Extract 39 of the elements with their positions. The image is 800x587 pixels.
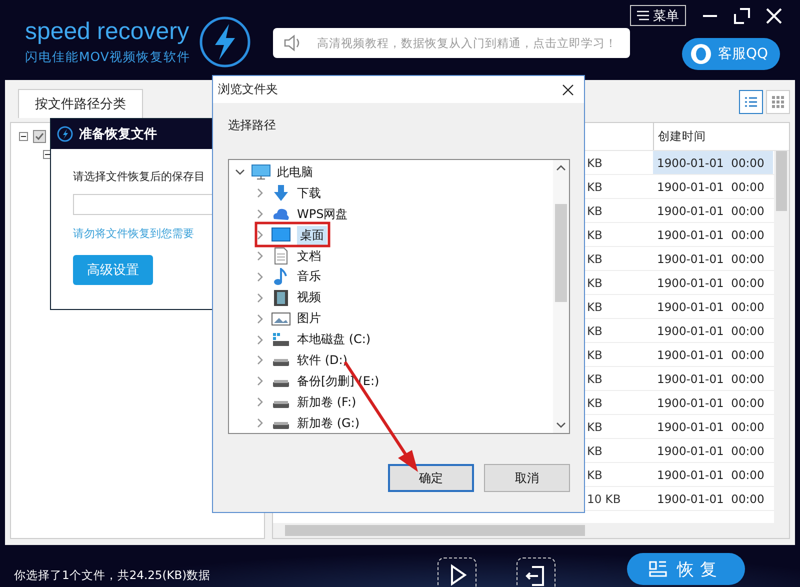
created-date: 1900-01-01 00:00 bbox=[657, 276, 764, 290]
file-size: KB bbox=[587, 300, 602, 314]
created-date: 1900-01-01 00:00 bbox=[657, 372, 764, 386]
created-date: 1900-01-01 00:00 bbox=[657, 180, 764, 194]
created-date: 1900-01-01 00:00 bbox=[657, 396, 764, 410]
file-size: KB bbox=[587, 372, 602, 386]
file-size: KB bbox=[587, 324, 602, 338]
created-date: 1900-01-01 00:00 bbox=[657, 348, 764, 362]
file-size: KB bbox=[587, 252, 602, 266]
notice-text: 高清视频教程，数据恢复从入门到精通，点击立即学习！ bbox=[316, 36, 617, 50]
created-date: 1900-01-01 00:00 bbox=[657, 204, 764, 218]
file-size: KB bbox=[587, 204, 602, 218]
created-date: 1900-01-01 00:00 bbox=[657, 324, 764, 338]
file-size: KB bbox=[587, 156, 602, 170]
file-size: KB bbox=[587, 348, 602, 362]
warning-text: 请勿将文件恢复到您需要 bbox=[73, 226, 195, 241]
created-date: 1900-01-01 00:00 bbox=[657, 444, 764, 458]
save-location-prompt: 请选择文件恢复后的保存目 bbox=[73, 169, 206, 184]
product-subtitle: 闪电佳能MOV视频恢复软件 bbox=[25, 48, 190, 66]
created-date: 1900-01-01 00:00 bbox=[657, 420, 764, 434]
created-date: 1900-01-01 00:00 bbox=[657, 300, 764, 314]
file-size: KB bbox=[587, 228, 602, 242]
file-size: KB bbox=[587, 396, 602, 410]
file-size: KB bbox=[587, 468, 602, 482]
dialog-title: 准备恢复文件 bbox=[79, 126, 157, 143]
file-size: KB bbox=[587, 444, 602, 458]
file-size: KB bbox=[587, 420, 602, 434]
created-date: 1900-01-01 00:00 bbox=[657, 156, 764, 170]
file-size: KB bbox=[587, 276, 602, 290]
file-size: 10 KB bbox=[587, 492, 621, 506]
file-size: KB bbox=[587, 180, 602, 194]
select-path-label: 选择路径 bbox=[228, 117, 277, 134]
created-date: 1900-01-01 00:00 bbox=[657, 468, 764, 482]
selection-status: 你选择了1个文件，共24.25(KB)数据 bbox=[14, 568, 211, 583]
dialog-title: 浏览文件夹 bbox=[218, 81, 278, 98]
created-date: 1900-01-01 00:00 bbox=[657, 252, 764, 266]
created-date: 1900-01-01 00:00 bbox=[657, 228, 764, 242]
created-date: 1900-01-01 00:00 bbox=[657, 492, 764, 506]
logo-wordmark: speed recovery bbox=[25, 17, 190, 47]
